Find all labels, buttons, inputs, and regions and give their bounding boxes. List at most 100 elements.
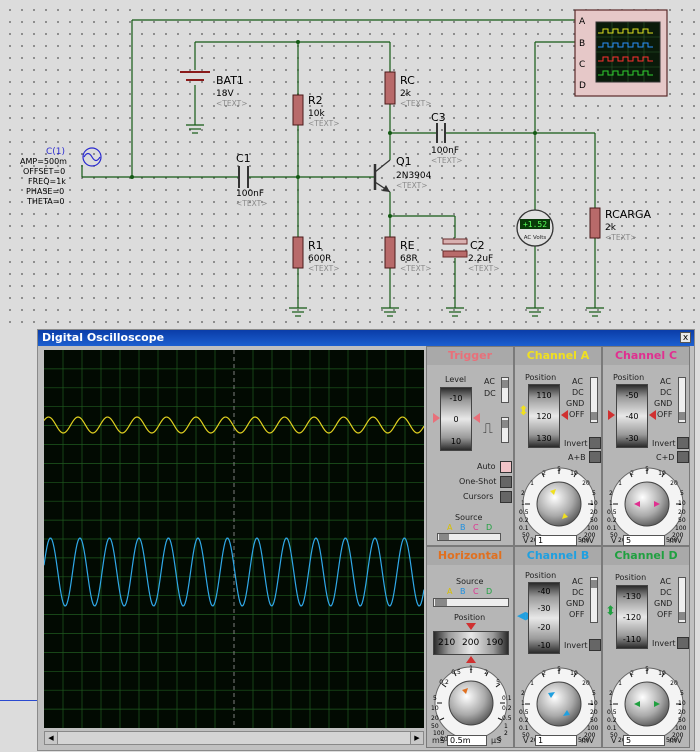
channel-c-volts-knob[interactable]: 5 2 10 1 20 2 1 0.5 0.2 0.1 50 20 5 10 2… (606, 461, 688, 544)
time-base-knob[interactable]: 1 0.5 2 0.2 5 5 10 20 50 100 200 0.1 0.2… (430, 660, 512, 743)
svg-text:50: 50 (678, 517, 686, 524)
trigger-level-label: Level (445, 375, 467, 384)
horizontal-source-c[interactable]: C (473, 587, 479, 596)
transistor-q1[interactable]: Q1 2N3904 <TEXT> (373, 155, 432, 193)
channel-d-unit-mv: mV (669, 736, 683, 745)
horizontal-scrollbar[interactable]: ◀ ▶ (44, 731, 424, 745)
channel-c-invert-button[interactable] (677, 437, 689, 449)
scope-screen[interactable] (43, 350, 425, 728)
battery-bat1[interactable]: BAT1 18V <TEXT> (180, 71, 247, 108)
channel-b-panel: Channel B Position ◀▶ -40 -30 -20 -10 AC… (514, 546, 602, 748)
time-base-field[interactable]: 0.5m (447, 735, 487, 746)
trigger-source-slider[interactable] (437, 533, 501, 541)
horizontal-position-drum[interactable]: 210 200 190 (433, 631, 509, 655)
channel-a-volts-knob[interactable]: 5 2 10 1 20 2 1 0.5 0.2 0.1 50 20 5 10 2… (518, 461, 600, 544)
horizontal-position-marker-icon (466, 623, 476, 630)
schematic-canvas[interactable]: BAT1 18V <TEXT> R2 10k <TEXT> RC 2k <TEX… (0, 0, 700, 330)
channel-a-volts-field[interactable]: 1 (535, 535, 577, 546)
c3-text: <TEXT> (431, 156, 462, 165)
horizontal-source-d[interactable]: D (486, 587, 492, 596)
trigger-oneshot-label: One-Shot (459, 477, 497, 486)
horizontal-source-a[interactable]: A (447, 587, 452, 596)
channel-b-ac-label: AC (572, 577, 583, 586)
close-button[interactable]: x (680, 332, 691, 343)
svg-text:10: 10 (658, 470, 666, 477)
channel-b-volts-knob[interactable]: 5 2 10 1 20 2 1 0.5 0.2 0.1 50 20 5 10 2… (518, 661, 600, 744)
trigger-coupling-switch[interactable] (501, 377, 509, 403)
source-freq: FREQ=1k (28, 177, 66, 186)
channel-d-ac-label: AC (660, 577, 671, 586)
svg-text:5: 5 (433, 695, 437, 702)
channel-a-position-drum[interactable]: 110 120 130 (528, 384, 560, 448)
resistor-r2[interactable]: R2 10k <TEXT> (292, 94, 339, 128)
window-title: Digital Oscilloscope (42, 331, 165, 344)
scope-pin-a: A (579, 17, 586, 27)
oscilloscope-window: Digital Oscilloscope x ◀ ▶ Trigger Level… (37, 329, 695, 751)
channel-b-coupling-switch[interactable] (590, 577, 598, 623)
svg-text:2: 2 (521, 490, 525, 497)
svg-text:0.2: 0.2 (607, 717, 617, 724)
oscilloscope-component[interactable]: A B C D (574, 9, 668, 97)
channel-b-position-drum[interactable]: -40 -30 -20 -10 (528, 582, 560, 654)
capacitor-c1[interactable]: C1 100nF <TEXT> (236, 152, 267, 208)
channel-b-volts-field[interactable]: 1 (535, 735, 577, 746)
trigger-source-d[interactable]: D (486, 523, 492, 532)
c1-label: C1 (236, 152, 251, 165)
horizontal-source-label: Source (456, 577, 484, 586)
channel-c-coupling-switch[interactable] (678, 377, 686, 423)
scope-display (43, 350, 425, 728)
svg-text:0.2: 0.2 (519, 517, 529, 524)
scroll-right-button[interactable]: ▶ (410, 732, 423, 744)
trigger-source-a[interactable]: A (447, 523, 452, 532)
svg-text:100: 100 (675, 725, 687, 732)
svg-text:0.5: 0.5 (519, 509, 529, 516)
svg-text:2: 2 (521, 690, 525, 697)
channel-a-unit-mv: mV (581, 536, 595, 545)
channel-b-title: Channel B (515, 547, 601, 565)
svg-text:100: 100 (587, 725, 599, 732)
channel-d-position-drum[interactable]: -130 -120 -110 (616, 585, 648, 649)
svg-text:0.2: 0.2 (502, 705, 512, 712)
channel-c-position-drum[interactable]: -50 -40 -30 (616, 384, 648, 448)
channel-b-unit-v: V (523, 736, 529, 745)
trigger-auto-button[interactable] (500, 461, 512, 473)
trigger-edge-switch[interactable] (501, 417, 509, 443)
capacitor-c2[interactable]: C2 2.2uF <TEXT> (442, 238, 499, 273)
r1-text: <TEXT> (308, 264, 339, 273)
trigger-source-c[interactable]: C (473, 523, 479, 532)
channel-d-coupling-switch[interactable] (678, 577, 686, 623)
r1-value: 600R (308, 254, 331, 264)
channel-a-ac-label: AC (572, 377, 583, 386)
voltmeter-reading: +1.52 (523, 220, 547, 229)
horizontal-source-b[interactable]: B (460, 587, 466, 596)
trigger-cursors-button[interactable] (500, 491, 512, 503)
svg-text:2: 2 (504, 730, 508, 737)
trigger-source-b[interactable]: B (460, 523, 466, 532)
r2-value: 10k (308, 109, 325, 119)
svg-text:1: 1 (618, 680, 622, 687)
channel-d-invert-button[interactable] (677, 637, 689, 649)
ac-voltmeter[interactable]: +1.52 AC Volts (516, 209, 554, 247)
channel-d-volts-knob[interactable]: 5 2 10 1 20 2 1 0.5 0.2 0.1 50 20 5 10 2… (606, 661, 688, 744)
resistor-re[interactable]: RE 68R <TEXT> (384, 236, 431, 273)
resistor-r1[interactable]: R1 600R <TEXT> (292, 236, 339, 273)
resistor-rcarga[interactable]: RCARGA 2k <TEXT> (589, 207, 651, 242)
c3-value: 100nF (431, 146, 459, 156)
r2-label: R2 (308, 94, 323, 107)
c1-value: 100nF (236, 189, 264, 199)
channel-b-invert-button[interactable] (589, 639, 601, 651)
trigger-oneshot-button[interactable] (500, 476, 512, 488)
trigger-level-drum[interactable]: -10 0 10 (440, 387, 472, 451)
q1-value: 2N3904 (396, 171, 432, 181)
channel-c-volts-field[interactable]: 5 (623, 535, 665, 546)
horizontal-source-slider[interactable] (433, 598, 509, 607)
capacitor-c3[interactable]: C3 100nF <TEXT> (431, 111, 462, 165)
scroll-left-button[interactable]: ◀ (45, 732, 58, 744)
channel-a-invert-button[interactable] (589, 437, 601, 449)
trigger-panel: Trigger Level -10 0 10 AC DC ⎍ Auto One-… (426, 346, 514, 546)
channel-d-volts-field[interactable]: 5 (623, 735, 665, 746)
svg-text:50: 50 (590, 517, 598, 524)
resistor-rc[interactable]: RC 2k <TEXT> (384, 71, 431, 108)
channel-a-coupling-switch[interactable] (590, 377, 598, 423)
title-bar[interactable]: Digital Oscilloscope x (38, 330, 694, 346)
